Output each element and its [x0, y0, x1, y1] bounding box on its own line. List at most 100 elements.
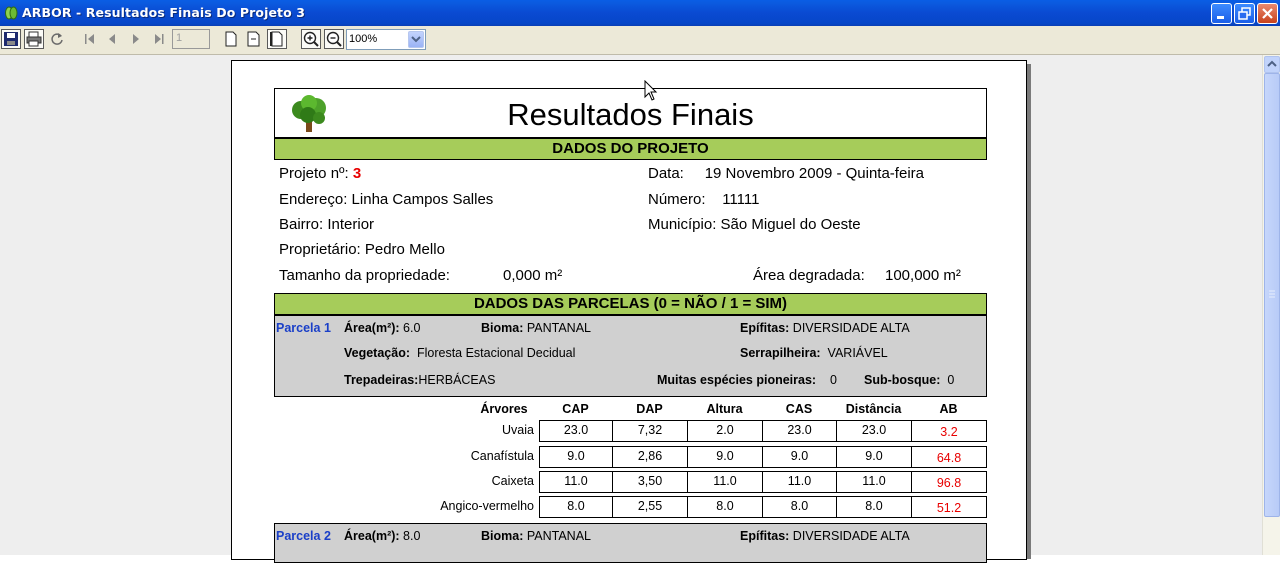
cell-cas: 11.0 — [762, 471, 837, 493]
first-page-button[interactable] — [80, 29, 100, 49]
trepadeiras-value: HERBÁCEAS — [418, 373, 496, 387]
zoom-dropdown-arrow[interactable] — [408, 31, 424, 48]
minimize-button[interactable] — [1211, 3, 1232, 24]
cell-dap: 7,32 — [612, 420, 688, 442]
serrapilheira-value: VARIÁVEL — [827, 346, 888, 360]
full-page-button[interactable] — [267, 29, 287, 49]
cell-ab: 96.8 — [911, 471, 987, 493]
parcel-2-panel: Parcela 2 Área(m²): 8.0 Bioma: PANTANAL … — [274, 523, 987, 563]
parcel-1-area: Área(m²): 6.0 — [344, 321, 420, 335]
area-value: 8.0 — [403, 529, 421, 543]
bioma-value: PANTANAL — [526, 529, 591, 543]
col-header-dap: DAP — [636, 402, 663, 416]
print-icon — [26, 31, 42, 47]
next-page-icon — [133, 34, 139, 44]
parcel-2-area: Área(m²): 8.0 — [344, 529, 420, 543]
cell-dap: 2,86 — [612, 446, 688, 468]
vegetacao-label: Vegetação: — [344, 346, 411, 360]
cell-dap: 2,55 — [612, 496, 688, 518]
col-header-cas: CAS — [785, 402, 813, 416]
cell-cap: 8.0 — [539, 496, 613, 518]
area-value: 6.0 — [403, 321, 421, 335]
epifitas-label: Epífitas: — [740, 321, 790, 335]
project-number-value: 3 — [352, 165, 362, 182]
cell-dap: 3,50 — [612, 471, 688, 493]
cell-altura: 8.0 — [687, 496, 763, 518]
owner: Proprietário: Pedro Mello — [279, 241, 445, 258]
previous-page-button[interactable] — [103, 29, 123, 49]
date-label: Data: — [648, 165, 684, 182]
parcel-1-epifitas: Epífitas: DIVERSIDADE ALTA — [740, 321, 910, 335]
bioma-label: Bioma: — [481, 529, 524, 543]
cell-distancia: 11.0 — [836, 471, 912, 493]
area-label: Área(m²): — [344, 321, 400, 335]
parcel-2-bioma: Bioma: PANTANAL — [481, 529, 591, 543]
cell-cas: 8.0 — [762, 496, 837, 518]
cell-cas: 9.0 — [762, 446, 837, 468]
zoom-value: 100% — [349, 33, 378, 45]
single-page-button[interactable] — [221, 29, 241, 49]
cell-cap: 23.0 — [539, 420, 613, 442]
parcel-1-serrapilheira: Serrapilheira: VARIÁVEL — [740, 346, 888, 360]
full-page-icon — [270, 31, 283, 47]
col-header-cap: CAP — [562, 402, 589, 416]
print-button[interactable] — [24, 29, 44, 49]
col-header-distancia: Distância — [845, 402, 902, 416]
maximize-button[interactable] — [1234, 3, 1255, 24]
cell-distancia: 9.0 — [836, 446, 912, 468]
save-button[interactable] — [1, 29, 21, 49]
refresh-icon — [51, 33, 63, 45]
last-page-button[interactable] — [149, 29, 169, 49]
report-title: Resultados Finais — [507, 97, 754, 132]
section-parcels-header: DADOS DAS PARCELAS (0 = NÃO / 1 = SIM) — [274, 293, 987, 315]
page-width-icon — [247, 31, 260, 47]
cell-ab: 3.2 — [911, 420, 987, 442]
cell-ab: 64.8 — [911, 446, 987, 468]
parcel-2-epifitas: Epífitas: DIVERSIDADE ALTA — [740, 529, 910, 543]
cell-distancia: 23.0 — [836, 420, 912, 442]
next-page-button[interactable] — [126, 29, 146, 49]
first-page-icon — [85, 34, 94, 44]
parcel-1-vegetacao: Vegetação: Floresta Estacional Decidual — [344, 346, 575, 360]
zoom-out-button[interactable] — [324, 29, 344, 49]
single-page-icon — [225, 31, 237, 47]
table-row-name: Canafístula — [470, 449, 534, 463]
zoom-out-icon — [326, 31, 342, 47]
parcel-1-panel: Parcela 1 Área(m²): 6.0 Bioma: PANTANAL … — [274, 315, 987, 397]
page-number-field[interactable]: 1 — [172, 29, 210, 49]
table-row-name: Angico-vermelho — [440, 499, 534, 513]
degraded-area-label: Área degradada: — [753, 267, 865, 284]
window-title: ARBOR - Resultados Finais Do Projeto 3 — [22, 5, 306, 20]
vertical-scrollbar[interactable] — [1262, 55, 1280, 555]
zoom-in-button[interactable] — [301, 29, 321, 49]
cell-cap: 9.0 — [539, 446, 613, 468]
parcel-2-name: Parcela 2 — [276, 529, 331, 543]
number: Número: 11111 — [648, 191, 759, 208]
parcel-1-name: Parcela 1 — [276, 321, 331, 335]
parcel-1-pioneiras: Muitas espécies pioneiras: 0 — [657, 373, 837, 387]
project-number: Projeto nº: 3 — [279, 165, 361, 182]
pioneiras-label: Muitas espécies pioneiras: — [657, 373, 817, 387]
cell-distancia: 8.0 — [836, 496, 912, 518]
property-size-label: Tamanho da propriedade: — [279, 267, 450, 284]
last-page-icon — [155, 34, 164, 44]
table-row-name: Uvaia — [502, 423, 534, 437]
epifitas-value: DIVERSIDADE ALTA — [792, 321, 910, 335]
col-header-arvores: Árvores — [480, 402, 528, 416]
page-width-button[interactable] — [244, 29, 264, 49]
bioma-label: Bioma: — [481, 321, 524, 335]
refresh-button[interactable] — [47, 29, 67, 49]
section-project-header: DADOS DO PROJETO — [274, 138, 987, 160]
zoom-select[interactable]: 100% — [346, 29, 426, 50]
degraded-area-value: 100,000 m² — [885, 267, 961, 284]
minimize-icon — [1217, 16, 1224, 19]
area-label: Área(m²): — [344, 529, 400, 543]
close-button[interactable] — [1257, 3, 1278, 24]
subbosque-value: 0 — [947, 373, 955, 387]
scroll-up-button[interactable] — [1264, 56, 1280, 73]
scroll-thumb[interactable] — [1264, 73, 1280, 517]
number-value: 11111 — [722, 191, 760, 208]
date: Data: 19 Novembro 2009 - Quinta-feira — [648, 165, 924, 182]
pioneiras-value: 0 — [830, 373, 837, 387]
cell-altura: 11.0 — [687, 471, 763, 493]
